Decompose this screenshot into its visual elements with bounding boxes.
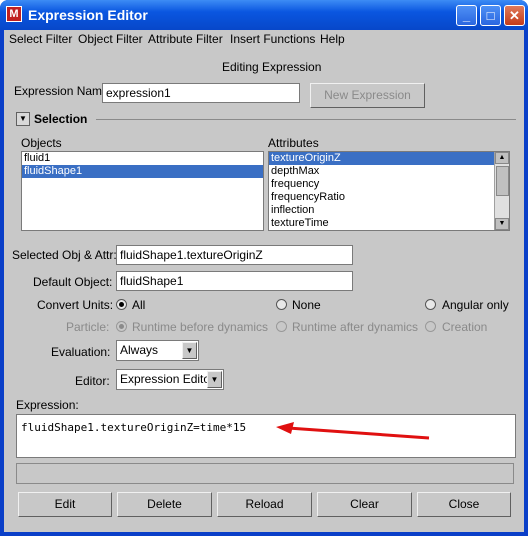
window-title: Expression Editor (28, 7, 148, 23)
menu-attribute-filter[interactable]: Attribute Filter (148, 32, 223, 46)
reload-button[interactable]: Reload (217, 492, 312, 517)
particle-after-label: Runtime after dynamics (292, 320, 419, 334)
maya-app-icon: M (6, 6, 22, 22)
convert-angular-radio[interactable] (425, 299, 436, 310)
scroll-down-icon[interactable]: ▼ (495, 218, 509, 230)
expression-label: Expression: (16, 398, 79, 412)
list-item[interactable]: depthMax (269, 165, 509, 178)
convert-units-label: Convert Units: (37, 298, 114, 312)
expression-name-input[interactable]: expression1 (102, 83, 300, 103)
edit-button[interactable]: Edit (18, 492, 112, 517)
particle-creation-radio[interactable] (425, 321, 436, 332)
expression-text: fluidShape1.textureOriginZ=time*15 (21, 421, 247, 434)
default-object-field[interactable]: fluidShape1 (116, 271, 353, 291)
list-item[interactable]: frequency (269, 178, 509, 191)
default-object-label: Default Object: (33, 275, 113, 289)
list-item[interactable]: frequencyRatio (269, 191, 509, 204)
maximize-button[interactable]: □ (480, 5, 501, 26)
close-window-button[interactable]: ✕ (504, 5, 525, 26)
title-bar[interactable]: M Expression Editor _ □ ✕ (0, 0, 528, 30)
list-item[interactable]: fluidShape1 (22, 165, 263, 178)
selected-obj-attr-label: Selected Obj & Attr: (12, 248, 117, 262)
particle-creation-label: Creation (442, 320, 488, 334)
status-line (16, 463, 514, 484)
attributes-label: Attributes (268, 136, 319, 150)
objects-label: Objects (21, 136, 62, 150)
minimize-button[interactable]: _ (456, 5, 477, 26)
menu-help[interactable]: Help (320, 32, 345, 46)
evaluation-dropdown[interactable]: Always ▼ (116, 340, 199, 361)
attributes-scrollbar[interactable]: ▲ ▼ (494, 152, 509, 230)
menu-object-filter[interactable]: Object Filter (78, 32, 143, 46)
list-item[interactable]: textureTime (269, 217, 509, 230)
objects-list[interactable]: fluid1 fluidShape1 (21, 151, 264, 231)
scroll-up-icon[interactable]: ▲ (495, 152, 509, 164)
convert-none-radio[interactable] (276, 299, 287, 310)
chevron-down-icon[interactable]: ▼ (182, 342, 197, 359)
evaluation-label: Evaluation: (51, 345, 111, 359)
menu-bar: Select Filter Object Filter Attribute Fi… (4, 30, 524, 48)
particle-after-radio[interactable] (276, 321, 287, 332)
particle-label: Particle: (66, 320, 110, 334)
convert-angular-label: Angular only (442, 298, 509, 312)
convert-none-label: None (292, 298, 321, 312)
editor-value: Expression Editor (120, 372, 215, 386)
editor-label: Editor: (75, 374, 110, 388)
editing-expression-header: Editing Expression (222, 60, 322, 74)
new-expression-button[interactable]: New Expression (310, 83, 425, 108)
menu-select-filter[interactable]: Select Filter (9, 32, 72, 46)
selection-section-title: Selection (34, 112, 88, 126)
list-item[interactable]: fluid1 (22, 152, 263, 165)
list-item[interactable]: inflection (269, 204, 509, 217)
convert-all-radio[interactable] (116, 299, 127, 310)
red-arrow-annotation (276, 422, 430, 440)
close-button[interactable]: Close (417, 492, 511, 517)
expression-textarea[interactable]: fluidShape1.textureOriginZ=time*15 (16, 414, 516, 458)
attributes-list[interactable]: textureOriginZ depthMax frequency freque… (268, 151, 510, 231)
scroll-thumb[interactable] (496, 166, 509, 196)
editor-dropdown[interactable]: Expression Editor ▼ (116, 369, 224, 390)
expression-editor-window: M Expression Editor _ □ ✕ Select Filter … (0, 0, 528, 536)
menu-insert-functions[interactable]: Insert Functions (230, 32, 315, 46)
particle-before-radio[interactable] (116, 321, 127, 332)
window-client-area: Select Filter Object Filter Attribute Fi… (4, 30, 524, 532)
delete-button[interactable]: Delete (117, 492, 212, 517)
clear-button[interactable]: Clear (317, 492, 412, 517)
convert-all-label: All (132, 298, 146, 312)
expression-name-label: Expression Name (14, 84, 109, 98)
particle-before-label: Runtime before dynamics (132, 320, 269, 334)
selection-collapse-toggle[interactable]: ▼ (16, 112, 30, 126)
chevron-down-icon[interactable]: ▼ (207, 371, 222, 388)
evaluation-value: Always (120, 343, 159, 357)
list-item[interactable]: textureOriginZ (269, 152, 494, 165)
selected-obj-attr-field[interactable]: fluidShape1.textureOriginZ (116, 245, 353, 265)
selection-divider (96, 119, 516, 120)
